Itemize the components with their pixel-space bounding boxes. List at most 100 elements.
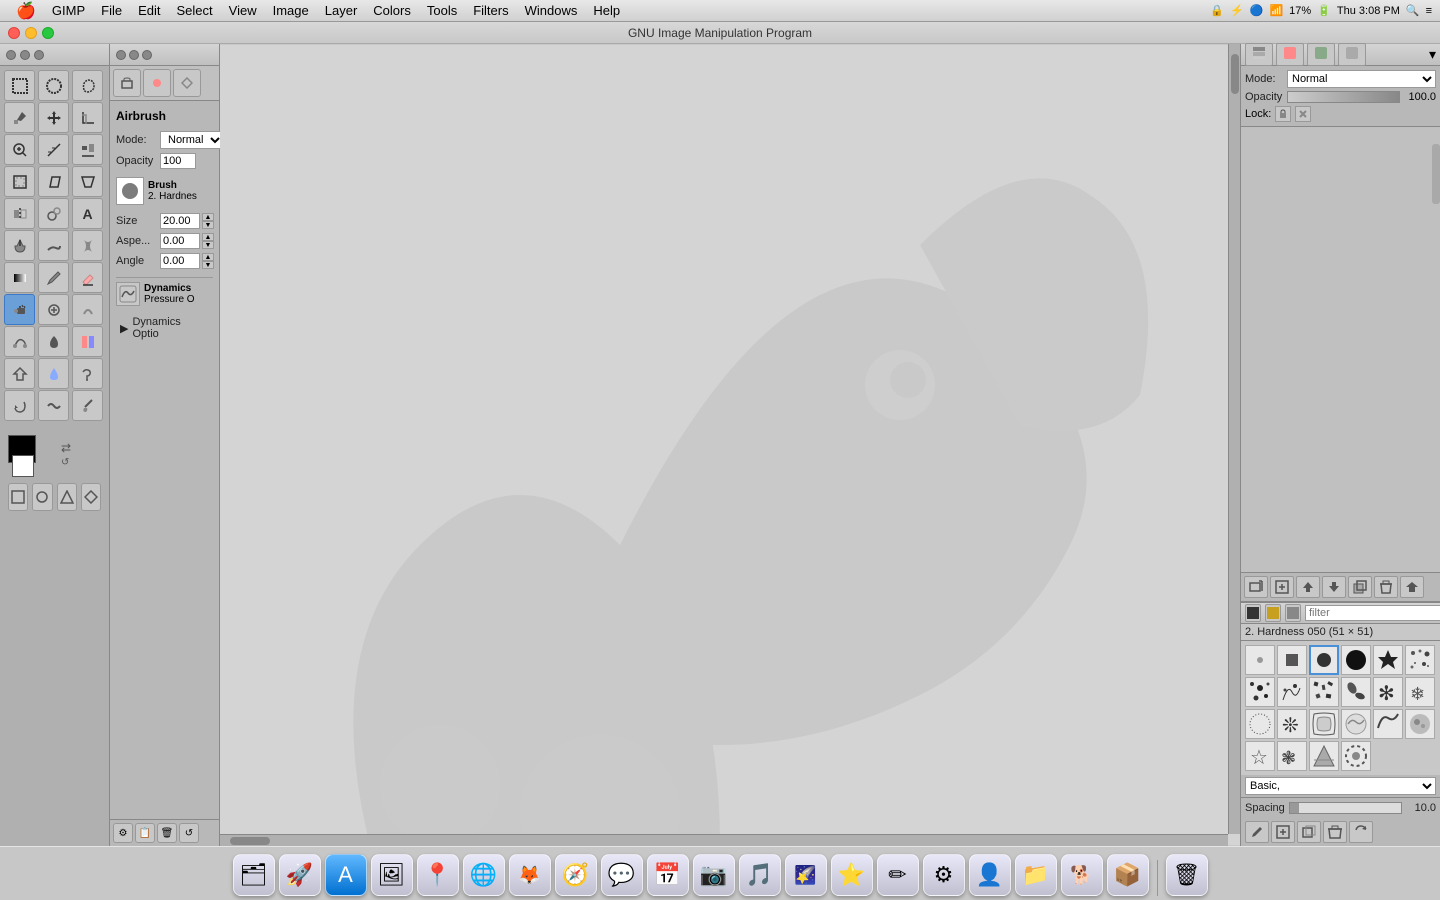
duplicate-brush-button[interactable] bbox=[1297, 821, 1321, 843]
opt-icon-2[interactable] bbox=[143, 69, 171, 97]
reset-colors-icon[interactable]: ↺ bbox=[61, 457, 71, 468]
healing-brush-tool[interactable] bbox=[38, 294, 69, 325]
measure-tool[interactable] bbox=[38, 134, 69, 165]
spacing-bar[interactable] bbox=[1289, 802, 1402, 814]
documents-icon[interactable]: 📁 bbox=[1015, 854, 1057, 896]
pencil-tool[interactable] bbox=[38, 262, 69, 293]
lower-layer-button[interactable] bbox=[1322, 576, 1346, 598]
calendar-icon[interactable]: 📅 bbox=[647, 854, 689, 896]
smudge-tool[interactable] bbox=[38, 230, 69, 261]
mode-select[interactable]: Normal bbox=[160, 131, 224, 149]
photos-icon[interactable]: 📷 bbox=[693, 854, 735, 896]
brush-cell-17[interactable] bbox=[1373, 709, 1403, 739]
wifi-icon[interactable]: 📶 bbox=[1269, 4, 1283, 17]
paths-tab[interactable] bbox=[1307, 43, 1335, 66]
ellipse-select-tool[interactable] bbox=[38, 70, 69, 101]
color-picker-tool[interactable] bbox=[4, 102, 35, 133]
bluetooth-icon[interactable]: 🔵 bbox=[1250, 4, 1264, 17]
toolbox-minimize[interactable] bbox=[20, 50, 30, 60]
canvas-scrollbar-horizontal[interactable] bbox=[220, 834, 1228, 846]
color-balance-tool[interactable] bbox=[72, 326, 103, 357]
lock-position-button[interactable] bbox=[1295, 106, 1311, 122]
dynamics-options-button[interactable]: ▶ Dynamics Optio bbox=[116, 314, 213, 342]
canvas-scrollbar-vertical[interactable] bbox=[1228, 44, 1240, 834]
flip-tool[interactable] bbox=[4, 198, 35, 229]
brush-cell-3[interactable] bbox=[1309, 645, 1339, 675]
menu-view[interactable]: View bbox=[221, 1, 265, 20]
tool-preset-4[interactable]: ↺ bbox=[179, 823, 199, 843]
brush-cell-6[interactable] bbox=[1405, 645, 1435, 675]
brush-gold-icon[interactable] bbox=[1265, 604, 1281, 622]
angle-down-arrow[interactable]: ▼ bbox=[202, 261, 214, 269]
right-panel-menu-icon[interactable]: ▾ bbox=[1429, 46, 1436, 62]
opt-icon-1[interactable] bbox=[113, 69, 141, 97]
layer-mode-select[interactable]: Normal bbox=[1287, 70, 1436, 88]
swap-colors-icon[interactable]: ⇄ bbox=[61, 441, 71, 455]
canvas-area[interactable] bbox=[220, 44, 1240, 846]
chrome-icon[interactable]: 🌐 bbox=[463, 854, 505, 896]
history-tab[interactable] bbox=[1338, 43, 1366, 66]
notification-center-icon[interactable]: ≡ bbox=[1426, 5, 1432, 17]
brush-cell-13[interactable] bbox=[1245, 709, 1275, 739]
brush-cell-15[interactable] bbox=[1309, 709, 1339, 739]
extras-icon[interactable]: 📦 bbox=[1107, 854, 1149, 896]
firefox-icon[interactable]: 🦊 bbox=[509, 854, 551, 896]
size-input[interactable]: 20.00 bbox=[160, 213, 200, 229]
zoom-tool[interactable] bbox=[4, 134, 35, 165]
quick-tool-3[interactable] bbox=[57, 483, 77, 511]
bucket-fill-tool[interactable] bbox=[4, 230, 35, 261]
menu-filters[interactable]: Filters bbox=[465, 1, 516, 20]
layer-to-image-button[interactable] bbox=[1400, 576, 1424, 598]
transform-tool[interactable] bbox=[4, 166, 35, 197]
brush-cell-16[interactable] bbox=[1341, 709, 1371, 739]
quick-tool-2[interactable] bbox=[32, 483, 52, 511]
opacity-slider[interactable] bbox=[1287, 91, 1400, 103]
layers-tab[interactable] bbox=[1245, 43, 1273, 66]
menu-gimp[interactable]: GIMP bbox=[44, 1, 93, 20]
warp-tool[interactable] bbox=[38, 390, 69, 421]
menu-file[interactable]: File bbox=[93, 1, 130, 20]
brush-cell-20[interactable]: ❃ bbox=[1277, 741, 1307, 771]
toolbox-close[interactable] bbox=[6, 50, 16, 60]
menu-help[interactable]: Help bbox=[585, 1, 628, 20]
channels-tab[interactable] bbox=[1276, 43, 1304, 66]
aspect-down-arrow[interactable]: ▼ bbox=[202, 241, 214, 249]
crop-tool[interactable] bbox=[72, 102, 103, 133]
rectangle-select-tool[interactable] bbox=[4, 70, 35, 101]
gimp-icon[interactable]: 🐕 bbox=[1061, 854, 1103, 896]
brush-cell-5[interactable] bbox=[1373, 645, 1403, 675]
size-down-arrow[interactable]: ▼ bbox=[202, 221, 214, 229]
brush-thumbnail[interactable] bbox=[116, 177, 144, 205]
quick-tool-4[interactable] bbox=[81, 483, 101, 511]
brush-cell-9[interactable] bbox=[1309, 677, 1339, 707]
text-tool[interactable]: A bbox=[72, 198, 103, 229]
opt-icon-3[interactable] bbox=[173, 69, 201, 97]
delete-layer-button[interactable] bbox=[1374, 576, 1398, 598]
apple-menu[interactable]: 🍎 bbox=[8, 0, 44, 23]
preview-icon[interactable]: 🖼 bbox=[371, 854, 413, 896]
finder-icon[interactable]: 🗂 bbox=[233, 854, 275, 896]
brush-cell-21[interactable] bbox=[1309, 741, 1339, 771]
angle-up-arrow[interactable]: ▲ bbox=[202, 253, 214, 261]
menu-edit[interactable]: Edit bbox=[130, 1, 168, 20]
canvas[interactable] bbox=[220, 45, 1240, 845]
close-button[interactable] bbox=[8, 27, 20, 39]
lock-pixels-button[interactable] bbox=[1275, 106, 1291, 122]
options-expand[interactable] bbox=[142, 50, 152, 60]
brush-cell-10[interactable] bbox=[1341, 677, 1371, 707]
rotate2-tool[interactable] bbox=[4, 390, 35, 421]
path-tool[interactable] bbox=[4, 326, 35, 357]
convolve-tool[interactable] bbox=[72, 294, 103, 325]
move-tool[interactable] bbox=[38, 102, 69, 133]
tool-preset-3[interactable]: 🗑 bbox=[157, 823, 177, 843]
lasso-tool[interactable] bbox=[72, 70, 103, 101]
appstore-icon[interactable]: A bbox=[325, 854, 367, 896]
options-minimize[interactable] bbox=[129, 50, 139, 60]
search-icon[interactable]: 🔍 bbox=[1406, 4, 1420, 17]
lightning-icon[interactable]: ⚡ bbox=[1230, 4, 1244, 17]
align-tool[interactable] bbox=[72, 134, 103, 165]
new-layer-button[interactable] bbox=[1270, 576, 1294, 598]
menu-windows[interactable]: Windows bbox=[517, 1, 586, 20]
edit-brush-button[interactable] bbox=[1245, 821, 1269, 843]
shear-tool[interactable] bbox=[38, 166, 69, 197]
